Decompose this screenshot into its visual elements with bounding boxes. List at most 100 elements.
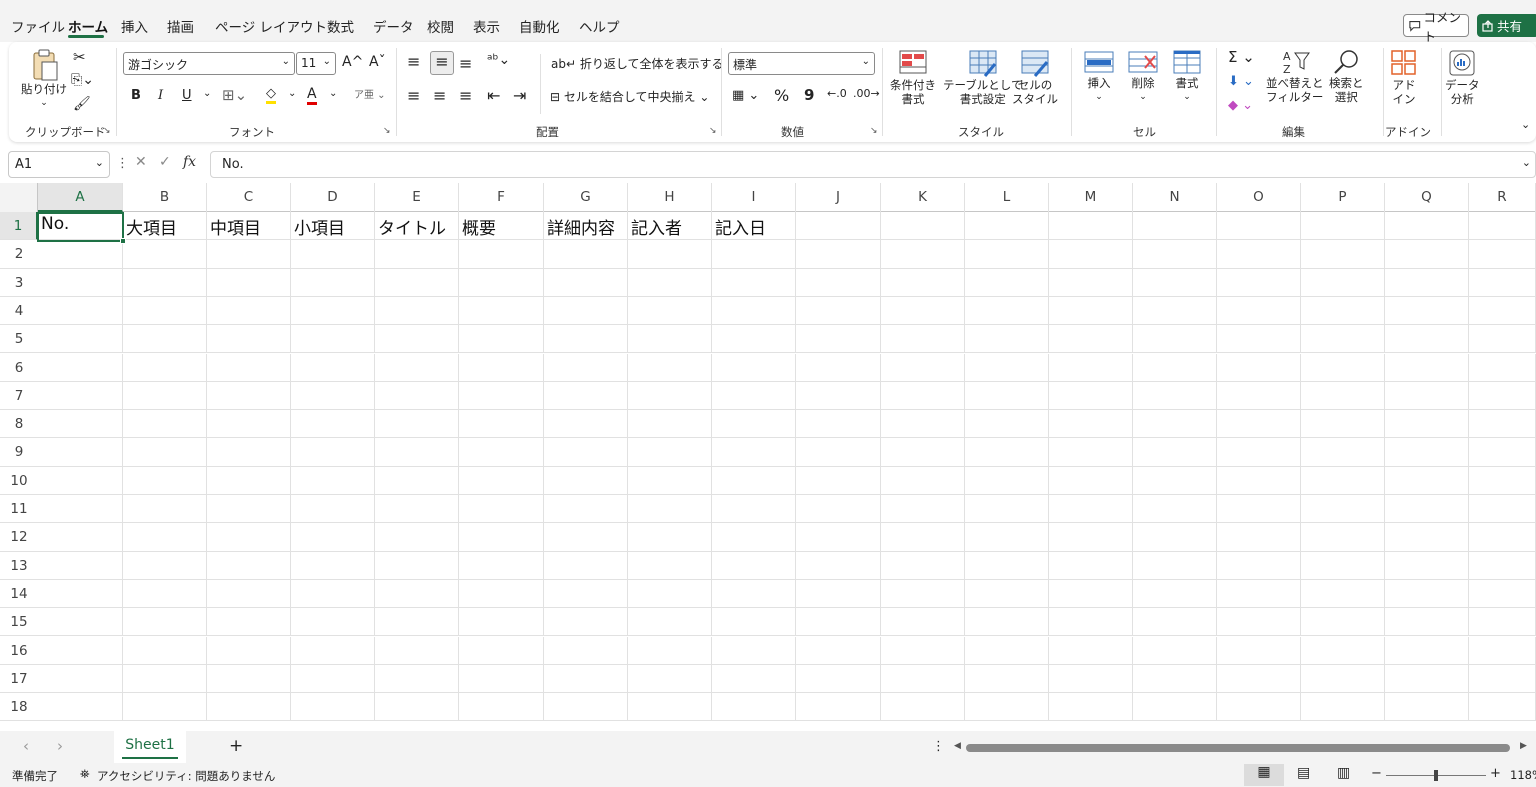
cell-l10[interactable]	[965, 466, 1049, 495]
cell-p10[interactable]	[1301, 466, 1385, 495]
format-as-table-button[interactable]: テーブルとして 書式設定	[943, 48, 1022, 106]
cell-b14[interactable]	[123, 579, 207, 609]
cell-q12[interactable]	[1385, 523, 1469, 552]
cell-styles-button[interactable]: セルの スタイル	[1012, 48, 1058, 106]
conditional-format-button[interactable]: 条件付き 書式	[890, 48, 936, 106]
cell-r16[interactable]	[1469, 636, 1536, 665]
fill-handle[interactable]	[120, 238, 126, 244]
cell-g2[interactable]	[544, 240, 628, 269]
decrease-decimal-icon[interactable]: .00→	[853, 87, 880, 100]
cell-a16[interactable]	[38, 636, 123, 665]
cell-p16[interactable]	[1301, 636, 1385, 665]
cell-g12[interactable]	[544, 523, 628, 552]
cell-a6[interactable]	[38, 353, 123, 382]
comment-button[interactable]: コメント	[1403, 10, 1469, 44]
cell-j10[interactable]	[796, 466, 881, 495]
cell-k2[interactable]	[881, 240, 965, 269]
cell-l11[interactable]	[965, 495, 1049, 524]
addins-button[interactable]: アド イン	[1389, 48, 1419, 106]
phonetic-icon[interactable]: ア亜 ⌄	[354, 86, 386, 101]
cell-m10[interactable]	[1049, 466, 1133, 495]
cell-i7[interactable]	[712, 381, 796, 411]
cell-n15[interactable]	[1133, 608, 1217, 637]
zoom-level[interactable]: 118%	[1510, 768, 1536, 782]
comma-style-button[interactable]: 9	[804, 86, 814, 104]
cell-g8[interactable]	[544, 410, 628, 439]
cell-l6[interactable]	[965, 353, 1049, 382]
cell-c14[interactable]	[207, 579, 291, 609]
cell-k1[interactable]	[881, 212, 965, 241]
cell-h16[interactable]	[628, 636, 712, 665]
cell-m9[interactable]	[1049, 438, 1133, 467]
cell-f1[interactable]: 概要	[459, 212, 544, 241]
cell-m7[interactable]	[1049, 381, 1133, 411]
cell-d11[interactable]	[291, 495, 375, 524]
cell-i8[interactable]	[712, 410, 796, 439]
align-right-icon[interactable]: ≡	[459, 86, 472, 105]
formula-input[interactable]: No. ⌄	[210, 151, 1536, 178]
merge-center-button[interactable]: ⊟ セルを結合して中央揃え ⌄	[550, 88, 709, 105]
cell-n3[interactable]	[1133, 268, 1217, 297]
enter-icon[interactable]: ✓	[159, 154, 171, 170]
cell-q9[interactable]	[1385, 438, 1469, 467]
cell-b7[interactable]	[123, 381, 207, 411]
cell-n13[interactable]	[1133, 551, 1217, 580]
cell-l4[interactable]	[965, 296, 1049, 326]
cell-k13[interactable]	[881, 551, 965, 580]
cell-j15[interactable]	[796, 608, 881, 637]
cell-e6[interactable]	[375, 353, 459, 382]
cell-k5[interactable]	[881, 325, 965, 354]
cell-i4[interactable]	[712, 296, 796, 326]
row-header-1[interactable]: 1	[0, 212, 38, 241]
cell-h17[interactable]	[628, 664, 712, 694]
menu-review[interactable]: 校閲	[427, 16, 454, 36]
menu-draw[interactable]: 描画	[167, 16, 194, 36]
cell-g11[interactable]	[544, 495, 628, 524]
cell-d12[interactable]	[291, 523, 375, 552]
cell-f12[interactable]	[459, 523, 544, 552]
collapse-ribbon-icon[interactable]: ⌄	[1521, 118, 1530, 131]
column-header-f[interactable]: F	[459, 183, 544, 212]
cell-k11[interactable]	[881, 495, 965, 524]
cell-h11[interactable]	[628, 495, 712, 524]
dialog-launcher-icon[interactable]: ↘	[709, 126, 717, 136]
cell-n4[interactable]	[1133, 296, 1217, 326]
cell-j11[interactable]	[796, 495, 881, 524]
page-break-view-icon[interactable]: ▥	[1337, 765, 1350, 781]
cell-h15[interactable]	[628, 608, 712, 637]
cell-b4[interactable]	[123, 296, 207, 326]
cell-b13[interactable]	[123, 551, 207, 580]
cell-j18[interactable]	[796, 693, 881, 722]
cell-l15[interactable]	[965, 608, 1049, 637]
cell-e11[interactable]	[375, 495, 459, 524]
worksheet-grid[interactable]: A B C D E F G H I J K L M N O P Q R 1 No.…	[0, 183, 1536, 731]
cell-a11[interactable]	[38, 495, 123, 524]
cell-f6[interactable]	[459, 353, 544, 382]
cell-h2[interactable]	[628, 240, 712, 269]
column-header-o[interactable]: O	[1217, 183, 1301, 212]
cell-i17[interactable]	[712, 664, 796, 694]
cell-n18[interactable]	[1133, 693, 1217, 722]
cell-k18[interactable]	[881, 693, 965, 722]
cell-l2[interactable]	[965, 240, 1049, 269]
cell-f17[interactable]	[459, 664, 544, 694]
delete-cells-button[interactable]: 削除 ⌄	[1127, 48, 1159, 104]
cell-i6[interactable]	[712, 353, 796, 382]
cell-o18[interactable]	[1217, 693, 1301, 722]
cell-h14[interactable]	[628, 579, 712, 609]
cell-p14[interactable]	[1301, 579, 1385, 609]
cell-b6[interactable]	[123, 353, 207, 382]
cell-c16[interactable]	[207, 636, 291, 665]
cell-b12[interactable]	[123, 523, 207, 552]
cell-i15[interactable]	[712, 608, 796, 637]
cell-m18[interactable]	[1049, 693, 1133, 722]
cell-p8[interactable]	[1301, 410, 1385, 439]
cell-a13[interactable]	[38, 551, 123, 580]
cell-h18[interactable]	[628, 693, 712, 722]
cell-g13[interactable]	[544, 551, 628, 580]
decrease-font-icon[interactable]: Aˇ	[369, 54, 386, 70]
cell-c15[interactable]	[207, 608, 291, 637]
cut-icon[interactable]: ✂	[73, 48, 86, 66]
cell-k14[interactable]	[881, 579, 965, 609]
data-analysis-button[interactable]: データ 分析	[1445, 48, 1480, 106]
